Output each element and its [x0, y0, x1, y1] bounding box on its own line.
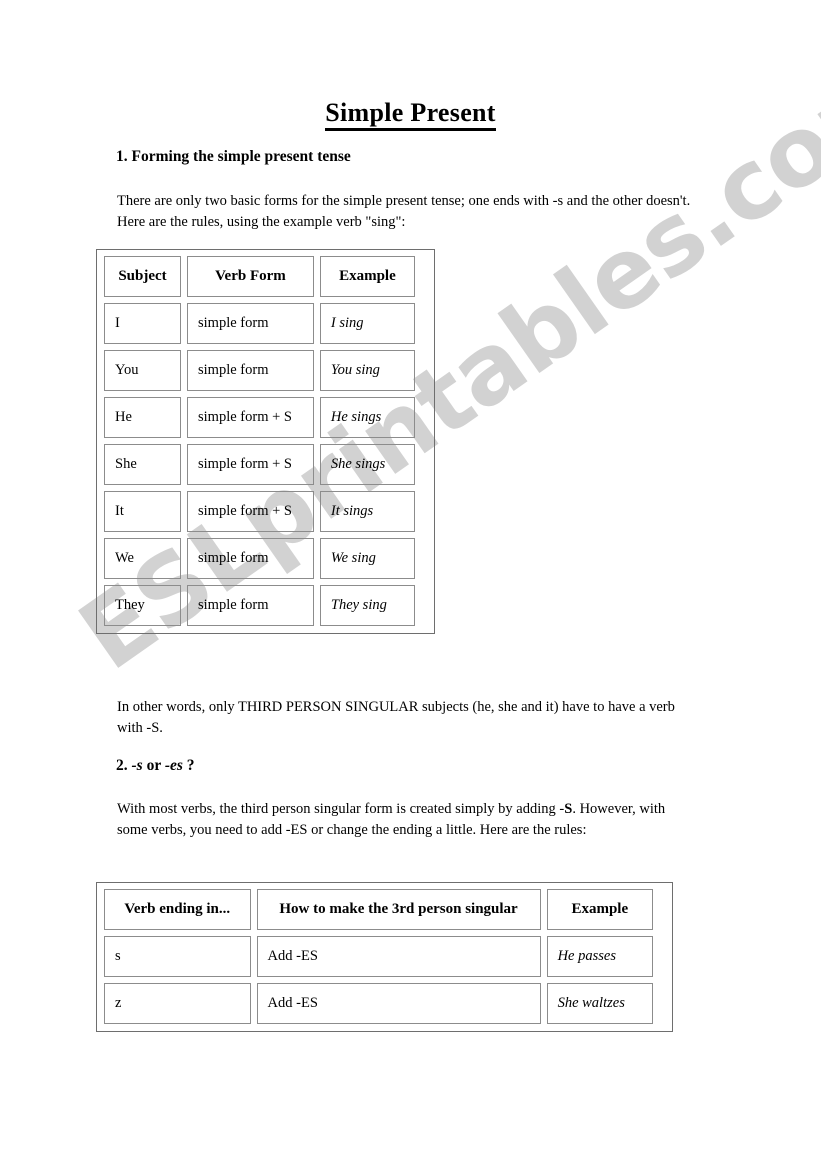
table-header-row: Verb ending in... How to make the 3rd pe…: [104, 889, 653, 930]
page-title-text: Simple Present: [325, 98, 496, 131]
endings-table: Verb ending in... How to make the 3rd pe…: [96, 882, 673, 1032]
table-row: He simple form + S He sings: [104, 397, 415, 438]
document-page: Simple Present 1. Forming the simple pre…: [0, 0, 821, 1169]
cell-verb-form: simple form: [187, 538, 314, 579]
page-title: Simple Present: [0, 98, 821, 131]
column-header-subject: Subject: [104, 256, 181, 297]
cell-subject: We: [104, 538, 181, 579]
section-heading-1: 1. Forming the simple present tense: [116, 148, 351, 165]
column-header-example: Example: [319, 256, 415, 297]
cell-verb-form: simple form: [187, 303, 314, 344]
table-row: She simple form + S She sings: [104, 444, 415, 485]
table-row: s Add -ES He passes: [104, 936, 653, 977]
cell-verb-form: simple form + S: [187, 444, 314, 485]
cell-example: She sings: [319, 444, 415, 485]
cell-verb-form: simple form: [187, 350, 314, 391]
table-header-row: Subject Verb Form Example: [104, 256, 415, 297]
cell-subject: She: [104, 444, 181, 485]
column-header-how-to-make: How to make the 3rd person singular: [256, 889, 541, 930]
subjects-table-grid: Subject Verb Form Example I simple form …: [98, 250, 421, 632]
cell-example: She waltzes: [546, 983, 653, 1024]
cell-example: I sing: [319, 303, 415, 344]
section-heading-2: 2. -s or -es ?: [116, 757, 195, 774]
table-row: They simple form They sing: [104, 585, 415, 626]
column-header-verb-ending: Verb ending in...: [104, 889, 251, 930]
cell-example: He passes: [546, 936, 653, 977]
cell-example: You sing: [319, 350, 415, 391]
section-intro-1: There are only two basic forms for the s…: [117, 193, 691, 230]
cell-verb-form: simple form + S: [187, 397, 314, 438]
cell-verb-ending: s: [104, 936, 251, 977]
cell-subject: He: [104, 397, 181, 438]
cell-example: We sing: [319, 538, 415, 579]
third-person-note: In other words, only THIRD PERSON SINGUL…: [117, 699, 675, 736]
cell-subject: I: [104, 303, 181, 344]
cell-subject: They: [104, 585, 181, 626]
subjects-table: Subject Verb Form Example I simple form …: [96, 249, 435, 634]
cell-example: They sing: [319, 585, 415, 626]
cell-example: It sings: [319, 491, 415, 532]
cell-example: He sings: [319, 397, 415, 438]
section-intro-2: With most verbs, the third person singul…: [117, 801, 666, 838]
table-row: You simple form You sing: [104, 350, 415, 391]
cell-verb-form: simple form: [187, 585, 314, 626]
column-header-example: Example: [546, 889, 653, 930]
cell-subject: It: [104, 491, 181, 532]
cell-rule: Add -ES: [256, 936, 541, 977]
endings-table-grid: Verb ending in... How to make the 3rd pe…: [98, 883, 659, 1030]
column-header-verb-form: Verb Form: [187, 256, 314, 297]
cell-rule: Add -ES: [256, 983, 541, 1024]
cell-subject: You: [104, 350, 181, 391]
table-row: I simple form I sing: [104, 303, 415, 344]
table-row: It simple form + S It sings: [104, 491, 415, 532]
table-row: We simple form We sing: [104, 538, 415, 579]
cell-verb-ending: z: [104, 983, 251, 1024]
table-row: z Add -ES She waltzes: [104, 983, 653, 1024]
cell-verb-form: simple form + S: [187, 491, 314, 532]
